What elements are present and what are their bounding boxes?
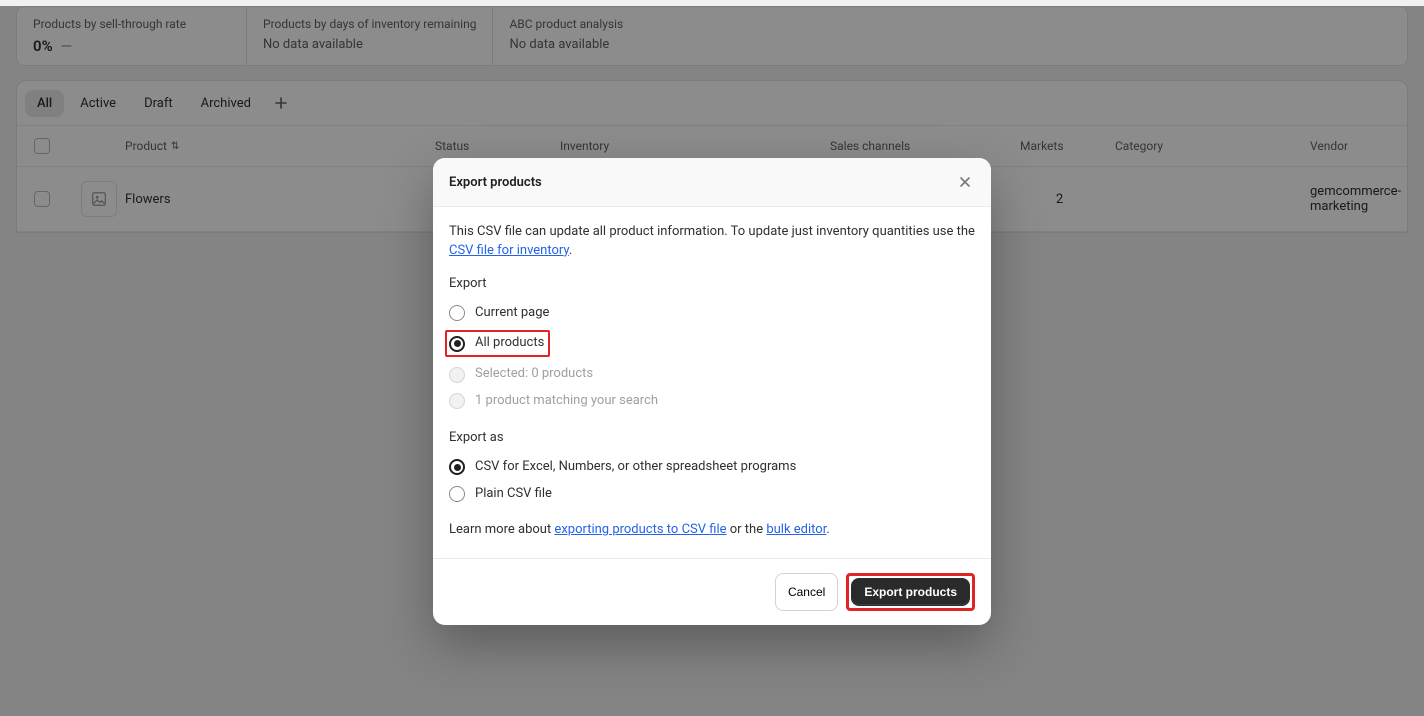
radio-icon [449, 486, 465, 502]
cancel-button[interactable]: Cancel [775, 573, 838, 611]
csv-inventory-link[interactable]: CSV file for inventory [449, 243, 569, 258]
export-option-current-page[interactable]: Current page [449, 300, 975, 327]
radio-icon [449, 367, 465, 383]
export-as-section-label: Export as [449, 429, 975, 448]
bulk-editor-link[interactable]: bulk editor [766, 522, 826, 537]
radio-icon [449, 336, 465, 352]
modal-intro: This CSV file can update all product inf… [449, 223, 975, 261]
export-option-search-match: 1 product matching your search [449, 388, 975, 415]
export-products-modal: Export products This CSV file can update… [433, 158, 991, 625]
export-products-button[interactable]: Export products [851, 578, 970, 606]
export-format-plain-csv[interactable]: Plain CSV file [449, 481, 975, 508]
learn-more-text: Learn more about exporting products to C… [449, 521, 975, 540]
radio-icon [449, 305, 465, 321]
modal-title: Export products [449, 175, 542, 190]
radio-icon [449, 459, 465, 475]
export-option-selected: Selected: 0 products [449, 361, 975, 388]
radio-icon [449, 393, 465, 409]
export-section-label: Export [449, 275, 975, 294]
export-option-all-products[interactable]: All products [445, 330, 550, 357]
close-button[interactable] [955, 172, 975, 192]
exporting-products-link[interactable]: exporting products to CSV file [554, 522, 726, 537]
close-icon [959, 176, 971, 188]
export-format-csv-excel[interactable]: CSV for Excel, Numbers, or other spreads… [449, 454, 975, 481]
modal-overlay: Export products This CSV file can update… [0, 6, 1424, 716]
